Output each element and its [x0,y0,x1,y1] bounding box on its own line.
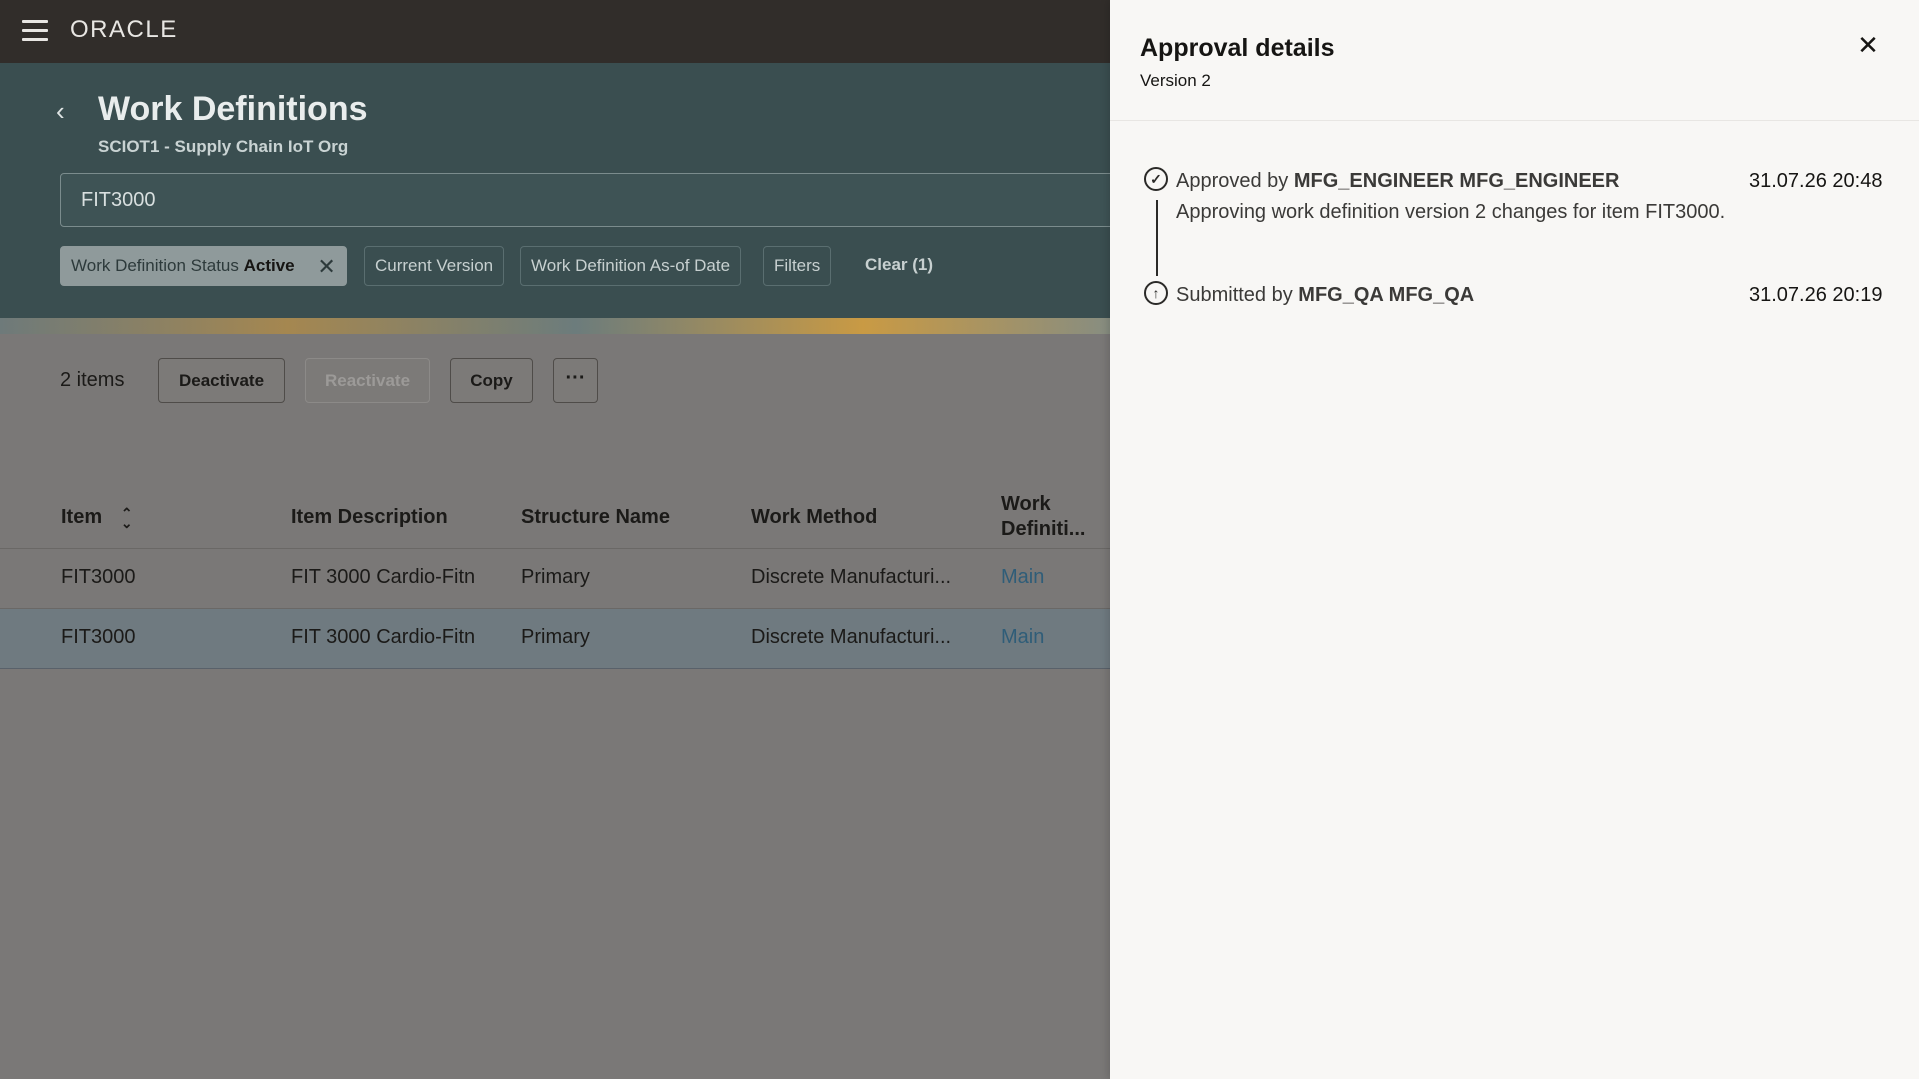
drawer-title: Approval details [1140,34,1335,62]
hamburger-menu-icon[interactable] [22,20,48,42]
close-icon[interactable]: ✕ [1854,31,1882,59]
approved-by-text: Approved by MFG_ENGINEER MFG_ENGINEER [1176,170,1620,192]
table-row[interactable]: FIT3000 FIT 3000 Cardio-Fitn Primary Dis… [0,549,1110,609]
cell-method: Discrete Manufacturi... [751,566,952,588]
work-definition-header-text: Definiti... [1001,518,1086,540]
submitter-name: MFG_QA MFG_QA [1298,284,1475,306]
clear-filters-link[interactable]: Clear (1) [855,246,943,286]
approval-details-drawer: Approval details Version 2 ✕ [1110,0,1919,1079]
cell-description: FIT 3000 Cardio-Fitn [291,626,476,648]
oracle-logo: ORACLE [70,16,178,43]
cell-structure: Primary [521,566,590,588]
copy-button[interactable]: Copy [450,358,533,403]
cell-method: Discrete Manufacturi... [751,626,952,648]
cell-description: FIT 3000 Cardio-Fitn [291,566,476,588]
sort-icon[interactable]: ⌃ ⌄ [120,506,134,530]
table-row[interactable]: FIT3000 FIT 3000 Cardio-Fitn Primary Dis… [0,609,1110,669]
reactivate-button[interactable]: Reactivate [305,358,430,403]
approved-date: 31.07.26 20:48 [1749,170,1883,192]
approver-name: MFG_ENGINEER MFG_ENGINEER [1293,170,1620,192]
page-subtitle: SCIOT1 - Supply Chain IoT Org [98,137,349,156]
deactivate-button[interactable]: Deactivate [158,358,285,403]
cell-work-definition-link[interactable]: Main [1001,626,1044,649]
more-actions-button[interactable]: ··· [553,358,598,403]
submitted-by-text: Submitted by MFG_QA MFG_QA [1176,284,1475,306]
approval-comment: Approving work definition version 2 chan… [1176,201,1726,223]
status-filter-chip[interactable]: Work Definition Status Active ✕ [60,246,347,286]
cell-work-definition-link[interactable]: Main [1001,566,1044,589]
cell-structure: Primary [521,626,590,648]
drawer-subtitle: Version 2 [1140,71,1211,90]
cell-item: FIT3000 [61,566,136,588]
timeline-connector [1156,200,1158,276]
remove-filter-icon[interactable]: ✕ [317,255,335,277]
drawer-header: Approval details Version 2 ✕ [1110,0,1919,121]
back-arrow-icon[interactable]: ‹ [56,96,65,127]
column-header-work-definition[interactable]: Work Definiti... [1001,492,1085,552]
check-circle-icon: ✓ [1144,167,1168,191]
filters-chip[interactable]: Filters [763,246,832,286]
current-version-chip[interactable]: Current Version [364,246,505,286]
status-filter-value: Active [243,256,295,275]
items-count: 2 items [60,369,125,391]
search-input[interactable]: FIT3000 [60,173,1260,227]
page-title: Work Definitions [98,90,368,128]
cell-item: FIT3000 [61,626,136,648]
submitted-date: 31.07.26 20:19 [1749,284,1883,306]
upload-circle-icon: ↑ [1144,281,1168,305]
as-of-date-chip[interactable]: Work Definition As-of Date [520,246,742,286]
status-filter-label: Work Definition Status [71,256,239,275]
